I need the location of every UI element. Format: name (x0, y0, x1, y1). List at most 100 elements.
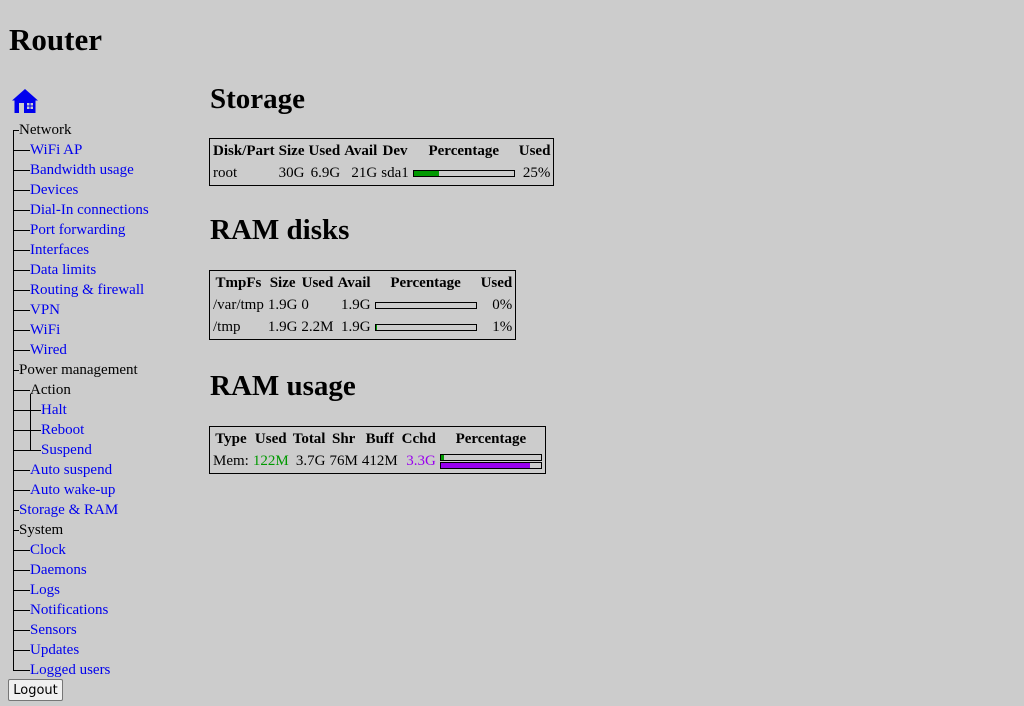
nav-item-auto-wake-up[interactable]: Auto wake-up (13, 480, 203, 500)
app-title: Router (9, 22, 102, 57)
nav-link[interactable]: Devices (30, 180, 78, 200)
nav-link[interactable]: Wired (30, 340, 67, 360)
disk-used: 6.9G (310, 165, 341, 181)
nav-group-label: Power management (19, 362, 138, 378)
nav-link[interactable]: WiFi AP (30, 140, 82, 160)
tree-connector (13, 490, 30, 491)
nav-item-system: System (13, 520, 203, 540)
nav-item-wifi[interactable]: WiFi (13, 320, 203, 340)
tree-connector (13, 570, 30, 571)
nav-link[interactable]: Routing & firewall (30, 280, 144, 300)
column-header: Total (292, 431, 326, 447)
disk-dev: sda1 (381, 165, 409, 181)
home-link[interactable] (11, 88, 39, 114)
table-header-row: Disk/Part Size Used Avail Dev Percentage… (212, 141, 551, 161)
logout-button[interactable]: Logout (8, 679, 63, 701)
cached-memory-bar-fill (440, 463, 530, 469)
nav-item-clock[interactable]: Clock (13, 540, 203, 560)
nav-link[interactable]: VPN (30, 300, 60, 320)
column-header: Used (518, 143, 551, 159)
nav-item-updates[interactable]: Updates (13, 640, 203, 660)
nav-link[interactable]: Interfaces (30, 240, 89, 260)
nav-item-logged-users[interactable]: Logged users (13, 660, 203, 680)
nav-link[interactable]: Halt (41, 400, 67, 420)
storage-heading: Storage (210, 83, 306, 115)
usage-bar (412, 170, 515, 178)
mem-used: 122M (252, 453, 289, 470)
nav-link[interactable]: Port forwarding (30, 220, 125, 240)
column-header: Shr (331, 431, 356, 447)
column-header: Used (480, 275, 513, 291)
percentage-cell (439, 451, 543, 471)
nav-item-suspend[interactable]: Suspend (13, 440, 203, 460)
nav-item-logs[interactable]: Logs (13, 580, 203, 600)
mem-buffers: 412M (361, 453, 398, 470)
nav-link[interactable]: Dial-In connections (30, 200, 149, 220)
cached-memory-bar (439, 462, 542, 470)
nav-item-interfaces[interactable]: Interfaces (13, 240, 203, 260)
usage-bar-fill (413, 171, 439, 177)
nav-item-dial-in-connections[interactable]: Dial-In connections (13, 200, 203, 220)
nav-item-vpn[interactable]: VPN (13, 300, 203, 320)
nav-item-data-limits[interactable]: Data limits (13, 260, 203, 280)
nav-link[interactable]: Suspend (41, 440, 92, 460)
tmpfs-size: 1.9G (267, 297, 298, 313)
nav-item-port-forwarding[interactable]: Port forwarding (13, 220, 203, 240)
nav-group-label: Network (19, 122, 72, 138)
nav-item-sensors[interactable]: Sensors (13, 620, 203, 640)
tree-connector (13, 350, 30, 351)
nav-link[interactable]: Daemons (30, 560, 87, 580)
nav-link[interactable]: Storage & RAM (19, 500, 118, 520)
nav-item-power-management: Power management (13, 360, 203, 380)
nav-link[interactable]: Clock (30, 540, 66, 560)
column-header: Size (278, 143, 305, 159)
nav-item-reboot[interactable]: Reboot (13, 420, 203, 440)
disk-size: 30G (278, 165, 305, 181)
tmpfs-size: 1.9G (267, 319, 298, 335)
nav-link[interactable]: Notifications (30, 600, 108, 620)
tree-connector (13, 290, 30, 291)
nav-item-routing-and-firewall[interactable]: Routing & firewall (13, 280, 203, 300)
column-header: Percentage (455, 431, 527, 447)
nav-link[interactable]: Auto wake-up (30, 480, 115, 500)
nav-link[interactable]: Updates (30, 640, 79, 660)
tree-connector (13, 630, 30, 631)
nav-group-label: Action (30, 382, 71, 398)
nav-item-devices[interactable]: Devices (13, 180, 203, 200)
mem-total: 3.7G (295, 453, 326, 470)
ramdisks-heading: RAM disks (210, 214, 350, 246)
nav-link[interactable]: Logs (30, 580, 60, 600)
nav-link[interactable]: Logged users (30, 660, 110, 680)
used-percent: 0% (492, 297, 513, 313)
nav-item-halt[interactable]: Halt (13, 400, 203, 420)
ramdisks-table: TmpFs Size Used Avail Percentage Used /v… (209, 270, 517, 340)
ramusage-heading: RAM usage (210, 370, 356, 402)
tmpfs-used: 2.2M (301, 319, 334, 335)
nav-item-wired[interactable]: Wired (13, 340, 203, 360)
memory-bars (439, 453, 542, 470)
nav-item-daemons[interactable]: Daemons (13, 560, 203, 580)
nav-item-bandwidth-usage[interactable]: Bandwidth usage (13, 160, 203, 180)
nav-item-auto-suspend[interactable]: Auto suspend (13, 460, 203, 480)
nav-link[interactable]: Sensors (30, 620, 77, 640)
nav-link[interactable]: WiFi (30, 320, 60, 340)
mem-cached: 3.3G (406, 453, 436, 470)
usage-bar (374, 302, 477, 310)
column-header: TmpFs (215, 275, 262, 291)
nav-link[interactable]: Auto suspend (30, 460, 112, 480)
tmpfs-avail: 1.9G (340, 297, 371, 313)
nav-item-storage-and-ram[interactable]: Storage & RAM (13, 500, 203, 520)
tree-connector (13, 450, 41, 451)
tree-connector (13, 410, 41, 411)
nav-link[interactable]: Reboot (41, 420, 84, 440)
nav-item-wifi-ap[interactable]: WiFi AP (13, 140, 203, 160)
nav-link[interactable]: Bandwidth usage (30, 160, 134, 180)
nav-item-notifications[interactable]: Notifications (13, 600, 203, 620)
nav-link[interactable]: Data limits (30, 260, 96, 280)
tree-connector (13, 670, 30, 671)
column-header: Size (269, 275, 296, 291)
tmpfs-avail: 1.9G (340, 319, 371, 335)
table-row: root 30G 6.9G 21G sda1 25% (212, 163, 551, 183)
usage-bar-fill (375, 325, 377, 331)
column-header: Used (301, 275, 334, 291)
